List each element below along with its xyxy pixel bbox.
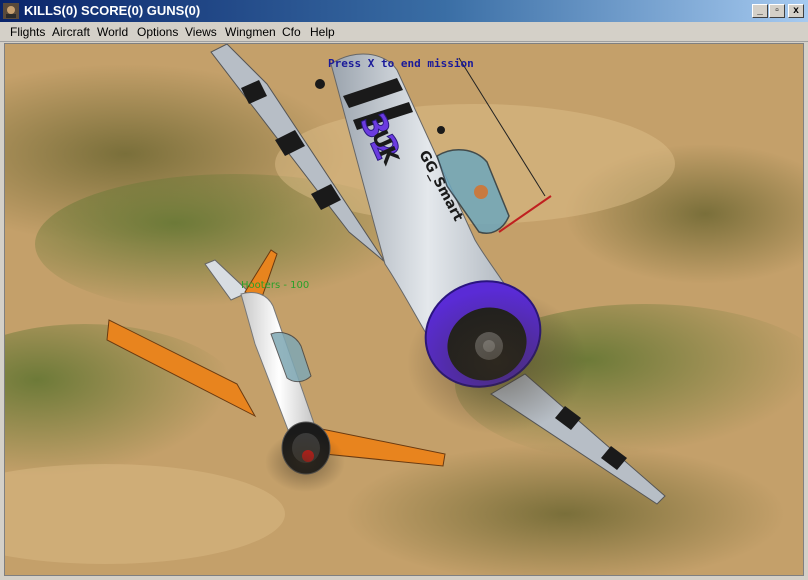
close-button[interactable]: x: [788, 4, 804, 18]
menu-views[interactable]: Views: [185, 25, 217, 39]
menu-bar: Flights Aircraft World Options Views Win…: [0, 22, 808, 42]
menu-help[interactable]: Help: [310, 25, 335, 39]
scene-canvas: 32 UK GG_Smart: [5, 44, 803, 575]
game-viewport[interactable]: 32 UK GG_Smart Press X to end mission Ho…: [4, 43, 804, 576]
menu-wingmen[interactable]: Wingmen: [225, 25, 276, 39]
minimize-button[interactable]: _: [752, 4, 768, 18]
window-title: KILLS(0) SCORE(0) GUNS(0): [24, 3, 201, 18]
menu-flights[interactable]: Flights: [10, 25, 45, 39]
app-icon: [3, 3, 19, 19]
menu-options[interactable]: Options: [137, 25, 178, 39]
menu-cfo[interactable]: Cfo: [282, 25, 301, 39]
menu-world[interactable]: World: [97, 25, 128, 39]
menu-aircraft[interactable]: Aircraft: [52, 25, 90, 39]
restore-button[interactable]: ▫: [769, 4, 785, 18]
hud-target-label: Hooters - 100: [241, 280, 310, 291]
hud-mission-message: Press X to end mission: [328, 57, 474, 70]
window-titlebar[interactable]: KILLS(0) SCORE(0) GUNS(0) _ ▫ x: [0, 0, 808, 22]
window-bottom-border: [0, 576, 808, 580]
